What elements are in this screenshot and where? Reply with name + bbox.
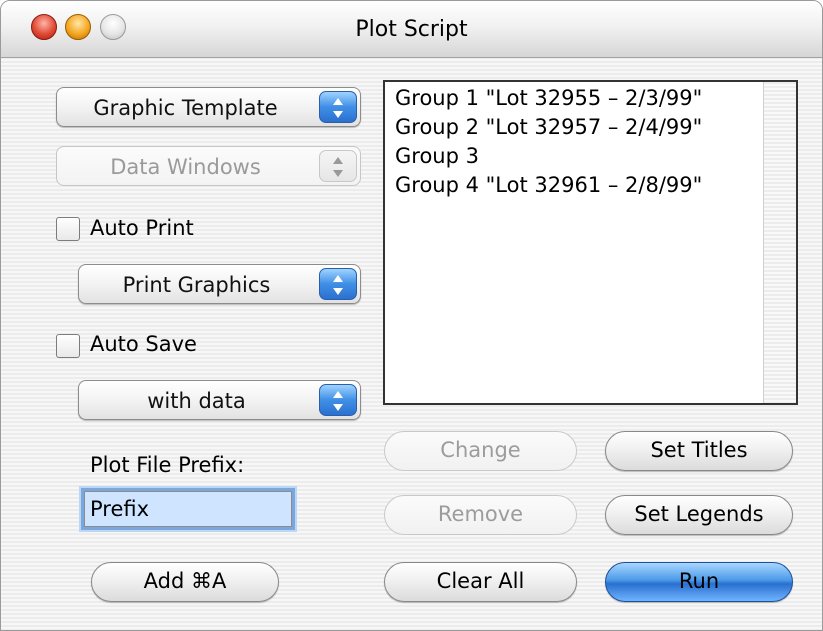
groups-list[interactable]: Group 1 "Lot 32955 – 2/3/99" Group 2 "Lo… [383, 80, 798, 405]
set-titles-button[interactable]: Set Titles [605, 431, 793, 471]
run-button[interactable]: Run [605, 562, 793, 602]
change-button[interactable]: Change [384, 431, 577, 471]
title-bar: Plot Script [1, 1, 822, 58]
list-item[interactable]: Group 1 "Lot 32955 – 2/3/99" [395, 84, 761, 113]
list-item[interactable]: Group 4 "Lot 32961 – 2/8/99" [395, 171, 761, 200]
auto-print-checkbox[interactable] [56, 217, 80, 241]
up-down-arrows-icon [319, 150, 357, 182]
auto-save-checkbox[interactable] [56, 334, 80, 358]
graphic-template-label: Graphic Template [93, 96, 278, 120]
remove-button[interactable]: Remove [384, 495, 577, 535]
list-item[interactable]: Group 3 [395, 142, 761, 171]
print-graphics-label: Print Graphics [122, 273, 271, 297]
up-down-arrows-icon [319, 268, 357, 300]
prefix-field-frame [81, 488, 295, 530]
plot-file-prefix-label: Plot File Prefix: [90, 453, 245, 477]
clear-all-button[interactable]: Clear All [384, 562, 577, 602]
plot-script-window: Plot Script Graphic Template Data Window… [0, 0, 823, 631]
list-scrollbar[interactable] [763, 82, 796, 403]
window-title: Plot Script [355, 17, 468, 42]
save-option-label: with data [147, 389, 246, 413]
graphic-template-popup[interactable]: Graphic Template [56, 87, 361, 127]
save-option-popup[interactable]: with data [78, 380, 361, 420]
prefix-input[interactable] [84, 491, 292, 527]
data-windows-popup[interactable]: Data Windows [56, 146, 361, 186]
print-graphics-popup[interactable]: Print Graphics [78, 264, 361, 304]
list-item[interactable]: Group 2 "Lot 32957 – 2/4/99" [395, 113, 761, 142]
up-down-arrows-icon [319, 384, 357, 416]
auto-save-label: Auto Save [90, 332, 197, 356]
up-down-arrows-icon [319, 91, 357, 123]
auto-print-label: Auto Print [90, 216, 194, 240]
add-button[interactable]: Add ⌘A [91, 562, 279, 602]
data-windows-label: Data Windows [110, 155, 261, 179]
set-legends-button[interactable]: Set Legends [605, 495, 793, 535]
